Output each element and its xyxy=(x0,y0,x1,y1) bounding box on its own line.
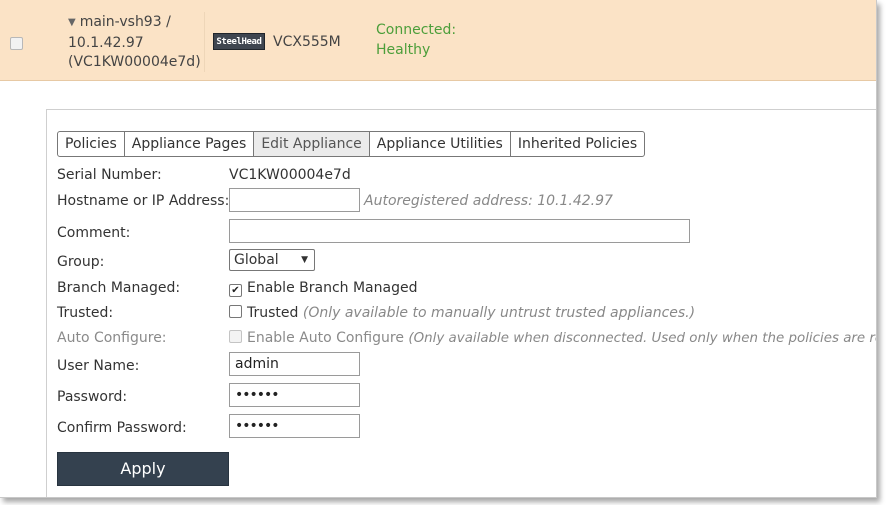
serial-label: Serial Number: xyxy=(57,167,162,183)
trusted-label: Trusted: xyxy=(57,305,114,321)
confirm-password-label: Confirm Password: xyxy=(57,420,187,436)
auto-configure-label: Auto Configure: xyxy=(57,330,167,346)
autoregistered-note: Autoregistered address: 10.1.42.97 xyxy=(364,193,613,209)
checkmark-icon: ✔ xyxy=(231,285,240,296)
appliance-serial: (VC1KW00004e7d) xyxy=(68,54,201,70)
auto-configure-note: (Only available when disconnected. Used … xyxy=(408,331,877,346)
row-select-checkbox[interactable] xyxy=(10,37,23,50)
appliance-name[interactable]: main-vsh93 / xyxy=(80,14,171,30)
column-divider xyxy=(204,12,205,72)
auto-configure-checkbox[interactable] xyxy=(229,330,242,343)
hostname-input[interactable] xyxy=(229,188,360,212)
status-connection: Connected: xyxy=(376,22,457,38)
tab-edit-appliance[interactable]: Edit Appliance xyxy=(253,131,370,157)
auto-configure-option: Enable Auto Configure (Only available wh… xyxy=(229,330,877,346)
tab-appliance-pages[interactable]: Appliance Pages xyxy=(123,131,255,157)
group-selected-value: Global xyxy=(234,252,279,268)
branch-managed-checkbox-label[interactable]: Enable Branch Managed xyxy=(247,280,417,296)
trusted-note: (Only available to manually untrust trus… xyxy=(302,305,696,321)
branch-managed-label: Branch Managed: xyxy=(57,280,181,296)
tab-bar: Policies Appliance Pages Edit Appliance … xyxy=(57,131,646,157)
dropdown-arrow-icon: ▼ xyxy=(301,255,308,265)
auto-configure-checkbox-label: Enable Auto Configure xyxy=(247,330,404,346)
comment-input[interactable] xyxy=(229,219,690,243)
status-health: Healthy xyxy=(376,41,431,58)
tab-policies[interactable]: Policies xyxy=(57,131,125,157)
collapse-triangle-icon[interactable]: ▼ xyxy=(68,17,76,28)
apply-button[interactable]: Apply xyxy=(57,452,229,486)
confirm-password-input[interactable]: •••••• xyxy=(229,414,360,438)
tab-appliance-utilities[interactable]: Appliance Utilities xyxy=(368,131,511,157)
steelhead-logo-icon: SteelHead xyxy=(213,33,265,50)
appliance-name-cell: ▼ main-vsh93 / 10.1.42.97 (VC1KW00004e7d) xyxy=(68,13,201,73)
branch-managed-checkbox[interactable]: ✔ xyxy=(229,284,242,297)
model-name: VCX555M xyxy=(273,33,341,50)
model-cell: SteelHead VCX555M xyxy=(213,33,341,50)
hostname-label: Hostname or IP Address: xyxy=(57,193,230,209)
tab-inherited-policies[interactable]: Inherited Policies xyxy=(509,131,646,157)
password-input[interactable]: •••••• xyxy=(229,383,360,407)
group-select[interactable]: Global ▼ xyxy=(229,249,315,271)
appliance-row: ▼ main-vsh93 / 10.1.42.97 (VC1KW00004e7d)… xyxy=(0,0,876,81)
password-label: Password: xyxy=(57,389,128,405)
username-input[interactable]: admin xyxy=(229,352,360,376)
comment-label: Comment: xyxy=(57,225,131,241)
serial-value: VC1KW00004e7d xyxy=(229,167,351,183)
appliance-ip: 10.1.42.97 xyxy=(68,34,144,51)
appliance-window: ▼ main-vsh93 / 10.1.42.97 (VC1KW00004e7d)… xyxy=(0,0,877,498)
username-label: User Name: xyxy=(57,358,140,374)
trusted-checkbox[interactable] xyxy=(229,305,242,318)
group-label: Group: xyxy=(57,254,105,270)
edit-panel xyxy=(46,109,876,497)
trusted-checkbox-label[interactable]: Trusted xyxy=(247,305,298,321)
branch-managed-option: ✔ Enable Branch Managed xyxy=(229,280,417,297)
status-cell: Connected: Healthy xyxy=(376,21,456,60)
trusted-option: Trusted (Only available to manually untr… xyxy=(229,305,695,321)
